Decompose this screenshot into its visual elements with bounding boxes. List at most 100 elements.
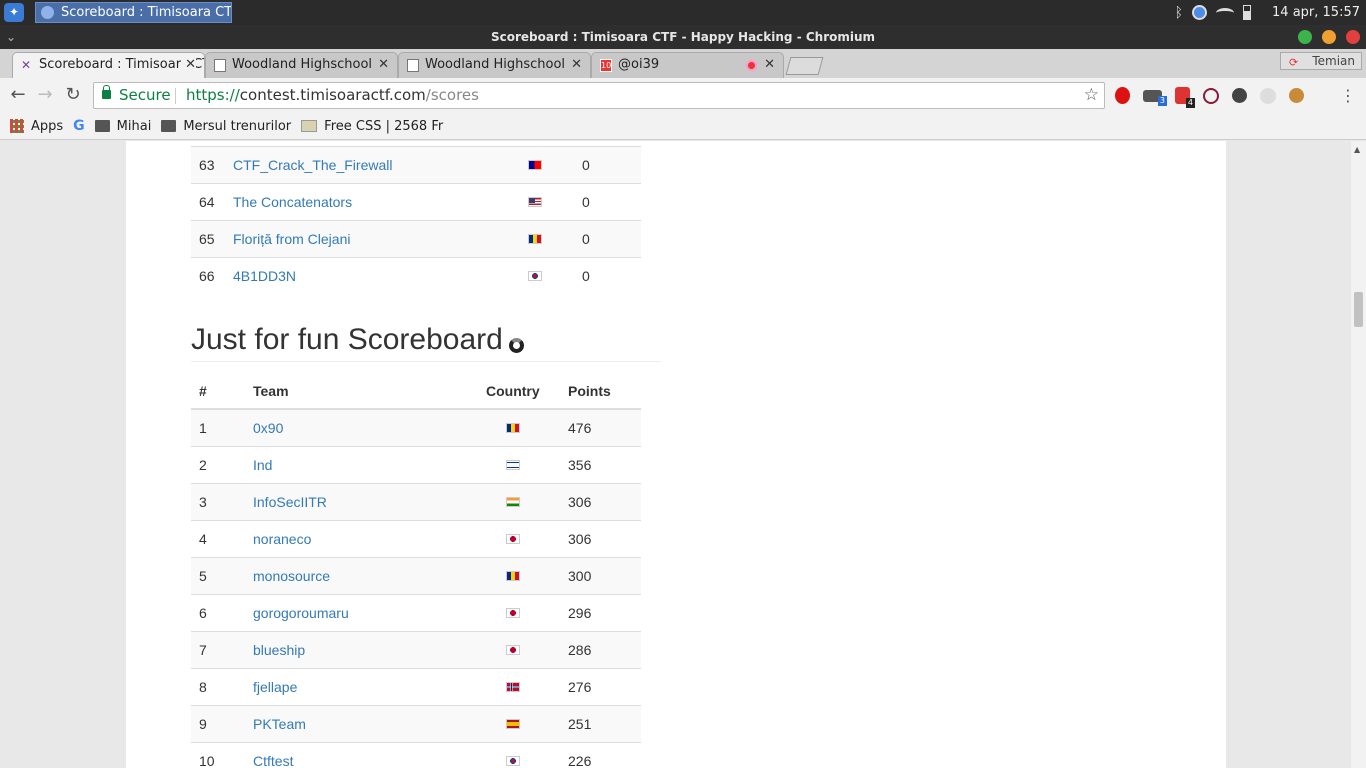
lock-icon[interactable] <box>102 85 111 99</box>
tab-close-icon[interactable]: ✕ <box>378 53 389 77</box>
battery-icon[interactable] <box>1243 5 1252 20</box>
scrollbar-thumb[interactable] <box>1354 292 1363 327</box>
team-link[interactable]: Ctftest <box>253 743 293 768</box>
team-link[interactable]: blueship <box>253 632 305 668</box>
points-cell: 0 <box>582 157 590 173</box>
rank-cell: 2 <box>199 457 207 473</box>
team-link[interactable]: noraneco <box>253 521 311 557</box>
close-window-button[interactable] <box>1346 30 1360 44</box>
romania-flag-icon <box>506 423 520 433</box>
table-row: 7 blueship 286 <box>191 631 641 668</box>
usa-flag-icon <box>528 197 542 207</box>
fun-scoreboard-heading: Just for fun Scoreboard <box>191 323 524 357</box>
points-cell: 356 <box>568 457 592 473</box>
table-row: 63 CTF_Crack_The_Firewall 0 <box>191 146 641 183</box>
rank-cell: 10 <box>199 753 215 768</box>
team-link[interactable]: gorogoroumaru <box>253 595 349 631</box>
chat-extension-icon[interactable] <box>1260 87 1276 104</box>
rank-cell: 63 <box>199 157 215 173</box>
taskbar-window-button[interactable]: Scoreboard : Timisoara CT... <box>35 2 232 23</box>
points-cell: 300 <box>568 568 592 584</box>
taiwan-flag-icon <box>528 160 542 170</box>
points-cell: 306 <box>568 531 592 547</box>
team-link[interactable]: The Concatenators <box>233 184 352 220</box>
forward-button[interactable]: → <box>33 84 57 108</box>
team-header: Team <box>253 383 289 399</box>
team-link[interactable]: fjellape <box>253 669 297 705</box>
reload-button[interactable]: ↻ <box>61 84 85 108</box>
cookie-extension-icon[interactable] <box>1289 88 1304 103</box>
tab-woodland-2[interactable]: Woodland Highschool ✕ <box>398 52 591 78</box>
url-host: contest.timisoaractf.com <box>239 86 426 104</box>
window-menu-icon[interactable]: ⌄ <box>6 25 16 49</box>
bookmark-label: Mersul trenurilor <box>183 118 292 134</box>
india-flag-icon <box>506 497 520 507</box>
bookmark-apps[interactable]: Apps <box>10 119 63 134</box>
tab-scoreboard[interactable]: ✕ Scoreboard : Timisoara CTF - Happy Hac… <box>12 52 205 78</box>
bluetooth-icon[interactable]: ᛒ <box>1175 6 1183 20</box>
points-cell: 251 <box>568 716 592 732</box>
scroll-up-arrow-icon[interactable]: ▲ <box>1354 145 1360 154</box>
team-link[interactable]: InfoSecIITR <box>253 484 327 520</box>
wifi-icon[interactable] <box>1216 7 1235 18</box>
tab-close-icon[interactable]: ✕ <box>764 53 775 77</box>
profile-name: Temian <box>1312 54 1355 68</box>
chrome-menu-icon[interactable]: ⋮ <box>1340 86 1356 105</box>
table-row: 6 gorogoroumaru 296 <box>191 594 641 631</box>
minimize-button[interactable] <box>1322 30 1336 44</box>
team-link[interactable]: CTF_Crack_The_Firewall <box>233 147 392 183</box>
fun-scoreboard-table: 1 0x90 476 2 Ind 356 3 InfoSecIITR 306 4… <box>191 409 641 768</box>
team-link[interactable]: 0x90 <box>253 410 283 446</box>
rank-cell: 5 <box>199 568 207 584</box>
folder-icon <box>94 120 110 132</box>
romania-flag-icon <box>528 234 542 244</box>
chromium-tray-icon[interactable] <box>1192 5 1208 20</box>
maximize-button[interactable] <box>1298 30 1312 44</box>
page-scrollbar[interactable]: ▲ <box>1351 141 1366 768</box>
tab-close-icon[interactable]: ✕ <box>181 53 196 77</box>
team-link[interactable]: Ind <box>253 447 272 483</box>
rank-cell: 4 <box>199 531 207 547</box>
tab-close-icon[interactable]: ✕ <box>571 53 582 77</box>
bookmark-label: Mihai <box>116 118 152 134</box>
history-extension-icon[interactable] <box>1232 88 1247 103</box>
folder-icon <box>161 120 177 132</box>
opera-extension-icon[interactable] <box>1115 87 1130 104</box>
secure-label[interactable]: Secure <box>119 83 171 108</box>
main-scoreboard-table: 63 CTF_Crack_The_Firewall 0 64 The Conca… <box>191 146 641 294</box>
rank-cell: 6 <box>199 605 207 621</box>
window-title-bar: ⌄ Scoreboard : Timisoara CTF - Happy Hac… <box>0 25 1366 49</box>
extensions-area: 3 4 <box>1115 87 1304 108</box>
tab-woodland-1[interactable]: Woodland Highschool ✕ <box>205 52 398 78</box>
bookmark-star-icon[interactable]: ☆ <box>1084 83 1099 108</box>
team-link[interactable]: monosource <box>253 558 330 594</box>
loading-spinner-icon <box>508 338 524 353</box>
table-row: 64 The Concatenators 0 <box>191 183 641 220</box>
screen-extension-icon[interactable]: 3 <box>1143 89 1167 106</box>
address-bar[interactable]: Secure https://contest.timisoaractf.com/… <box>93 82 1105 109</box>
new-tab-button[interactable] <box>785 57 824 75</box>
points-cell: 226 <box>568 753 592 768</box>
team-link[interactable]: 4B1DD3N <box>233 258 296 294</box>
points-header: Points <box>568 383 611 399</box>
analytics-extension-icon[interactable] <box>1203 87 1219 104</box>
url-text[interactable]: https://contest.timisoaractf.com/scores <box>186 83 479 108</box>
bookmark-free-css[interactable]: Free CSS | 2568 Fr <box>301 119 443 134</box>
team-link[interactable]: PKTeam <box>253 706 306 742</box>
calendar-icon: 10 <box>600 59 612 72</box>
table-row: 8 fjellape 276 <box>191 668 641 705</box>
team-link[interactable]: Floriță from Clejani <box>233 221 350 257</box>
tab-oi39[interactable]: 10 @oi39 ✕ <box>591 52 784 78</box>
bookmark-mersul-trenurilor[interactable]: Mersul trenurilor <box>161 119 291 134</box>
bookmark-mihai[interactable]: Mihai <box>94 118 152 134</box>
app-launcher-icon[interactable]: ✦ <box>4 3 24 22</box>
bookmark-google[interactable]: G <box>73 118 85 134</box>
rank-cell: 64 <box>199 194 215 210</box>
profile-button[interactable]: ⟳ Temian <box>1280 52 1362 70</box>
clock[interactable]: 14 apr, 15:57 <box>1272 5 1360 20</box>
todoist-extension-icon[interactable]: 4 <box>1175 87 1195 108</box>
rank-cell: 65 <box>199 231 215 247</box>
taskbar-window-title: Scoreboard : Timisoara CT... <box>61 5 232 20</box>
back-button[interactable]: ← <box>6 84 30 108</box>
browser-toolbar: ← → ↻ Secure https://contest.timisoaract… <box>0 78 1366 113</box>
